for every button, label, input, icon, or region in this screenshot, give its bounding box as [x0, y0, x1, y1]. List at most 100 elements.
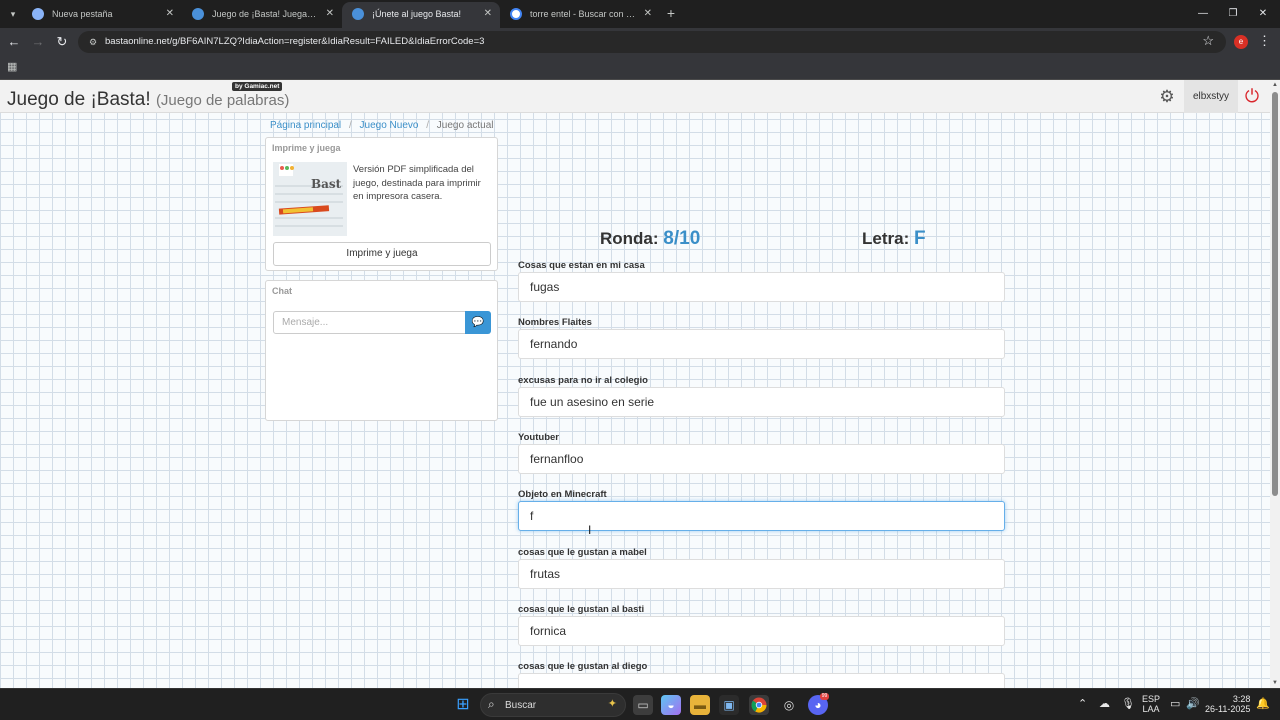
bookmarks-bar: ▦: [0, 56, 1280, 80]
network-icon[interactable]: ▭: [1170, 697, 1180, 720]
new-tab-button[interactable]: +: [662, 4, 680, 22]
breadcrumb-current: Juego actual: [436, 120, 494, 131]
url-text[interactable]: bastaonline.net/g/BF6AIN7LZQ?IdiaAction=…: [105, 31, 484, 53]
site-favicon-icon: [192, 8, 204, 20]
reload-button[interactable]: ↻: [53, 33, 71, 51]
windows-start-icon[interactable]: ⊞: [453, 695, 473, 715]
svg-text:Bast: Bast: [311, 177, 342, 191]
field-label: Nombres Flaites: [518, 317, 592, 328]
browser-tab-strip: ▾ Nueva pestaña ✕ Juego de ¡Basta! Juega…: [0, 0, 1280, 28]
breadcrumb-home-link[interactable]: Página principal: [270, 120, 341, 131]
site-title[interactable]: Juego de ¡Basta! (Juego de palabras): [7, 89, 289, 111]
field-label: Cosas que estan en mi casa: [518, 260, 645, 271]
close-icon[interactable]: ✕: [644, 2, 652, 26]
bookmark-star-icon[interactable]: ☆: [1202, 33, 1214, 49]
round-value: 8/10: [663, 228, 701, 249]
field-label: cosas que le gustan a mabel: [518, 547, 647, 558]
field-label: Objeto en Minecraft: [518, 489, 607, 500]
answer-input[interactable]: [518, 673, 1005, 688]
field-label: Youtuber: [518, 432, 559, 443]
restore-button[interactable]: ❐: [1218, 4, 1248, 24]
task-view-icon[interactable]: ▭: [633, 695, 653, 715]
chat-heading: Chat: [272, 286, 292, 296]
site-favicon-icon: [352, 8, 364, 20]
site-info-icon[interactable]: ⚙: [86, 35, 100, 49]
chat-message-input[interactable]: [273, 311, 466, 334]
scroll-up-icon[interactable]: ▲: [1272, 82, 1278, 88]
chat-send-button[interactable]: 💬: [465, 311, 491, 334]
answer-field: Youtuber: [518, 432, 1005, 489]
answer-input[interactable]: [518, 559, 1005, 589]
browser-tab[interactable]: Nueva pestaña ✕: [22, 2, 182, 28]
browser-menu-icon[interactable]: ⋮: [1258, 33, 1271, 49]
tab-title: ¡Únete al juego Basta!: [372, 9, 462, 19]
print-and-play-button[interactable]: Imprime y juega: [273, 242, 491, 266]
answer-input[interactable]: [518, 616, 1005, 646]
answer-input[interactable]: [518, 444, 1005, 474]
browser-tab[interactable]: torre entel - Buscar con Google ✕: [500, 2, 660, 28]
letter-indicator: Letra: F: [862, 228, 926, 250]
file-explorer-icon[interactable]: ▬: [690, 695, 710, 715]
back-button[interactable]: ←: [5, 33, 23, 51]
answer-input[interactable]: [518, 387, 1005, 417]
system-clock[interactable]: 3:28 26-11-2025: [1205, 694, 1250, 720]
minimize-button[interactable]: —: [1188, 4, 1218, 24]
address-bar[interactable]: ⚙ bastaonline.net/g/BF6AIN7LZQ?IdiaActio…: [78, 31, 1226, 53]
input-language-indicator[interactable]: ESP LAA: [1142, 694, 1160, 720]
power-logout-icon[interactable]: ⏻: [1242, 86, 1262, 106]
breadcrumb: Página principal / Juego Nuevo / Juego a…: [270, 120, 494, 131]
scrollbar-thumb[interactable]: [1272, 92, 1278, 496]
print-thumbnail-image[interactable]: Bast: [273, 162, 347, 236]
close-window-button[interactable]: ✕: [1248, 4, 1278, 24]
forward-button[interactable]: →: [29, 33, 47, 51]
lang-line-2: LAA: [1142, 704, 1160, 714]
letter-label: Letra:: [862, 229, 910, 248]
round-label: Ronda:: [600, 229, 659, 248]
tab-search-icon[interactable]: ▾: [5, 6, 21, 22]
taskbar-search-label: Buscar: [505, 700, 537, 711]
profile-avatar[interactable]: e: [1234, 35, 1248, 49]
volume-icon[interactable]: 🔊: [1186, 697, 1200, 720]
round-indicator: Ronda: 8/10: [600, 228, 700, 250]
copilot-icon[interactable]: ◒: [661, 695, 681, 715]
site-header: Juego de ¡Basta! (Juego de palabras) by …: [0, 80, 1270, 113]
close-icon[interactable]: ✕: [166, 2, 174, 26]
page-scrollbar[interactable]: ▲ ▼: [1270, 80, 1280, 688]
scroll-down-icon[interactable]: ▼: [1272, 680, 1278, 686]
letter-value: F: [913, 228, 926, 249]
field-label: excusas para no ir al colegio: [518, 375, 648, 386]
web-page: Juego de ¡Basta! (Juego de palabras) by …: [0, 80, 1270, 688]
show-hidden-icons-icon[interactable]: ⌃: [1078, 697, 1087, 720]
notification-bell-icon[interactable]: 🔔: [1256, 697, 1270, 720]
apps-grid-icon[interactable]: ▦: [7, 61, 19, 73]
close-icon[interactable]: ✕: [484, 2, 492, 26]
microphone-icon[interactable]: 🎙: [1121, 697, 1135, 720]
answer-input[interactable]: [518, 329, 1005, 359]
taskbar-search-box[interactable]: ⌕ Buscar ✦: [480, 693, 626, 717]
chrome-icon: [32, 8, 44, 20]
close-icon[interactable]: ✕: [326, 2, 334, 26]
microsoft-store-icon[interactable]: ▣: [719, 695, 739, 715]
brand-badge: by Gamiac.net: [232, 82, 283, 91]
username-button[interactable]: elbxstyy: [1184, 80, 1238, 113]
chrome-taskbar-icon[interactable]: [749, 695, 769, 715]
browser-tab[interactable]: Juego de ¡Basta! Juega Stop, Tu ✕: [182, 2, 342, 28]
answer-input[interactable]: [518, 272, 1005, 302]
answer-field: excusas para no ir al colegio: [518, 375, 1005, 432]
site-title-subtitle: (Juego de palabras): [155, 92, 290, 109]
answer-field: Cosas que estan en mi casa: [518, 260, 1005, 317]
answer-field: cosas que le gustan al diego: [518, 661, 1005, 688]
answer-field: Nombres Flaites: [518, 317, 1005, 374]
breadcrumb-separator: /: [426, 120, 430, 131]
print-panel-heading: Imprime y juega: [272, 143, 341, 153]
tab-title: Nueva pestaña: [52, 9, 113, 19]
windows-taskbar: ⊞ ⌕ Buscar ✦ ▭ ◒ ▬ ▣ ◎ ◕ 99 ⌃ ☁ 🎙 ESP LA…: [0, 688, 1280, 720]
lang-line-1: ESP: [1142, 694, 1161, 704]
answer-field: cosas que le gustan a mabel: [518, 547, 1005, 604]
search-icon: ⌕: [488, 697, 495, 711]
settings-gear-icon[interactable]: ⚙: [1158, 88, 1176, 106]
breadcrumb-new-game-link[interactable]: Juego Nuevo: [360, 120, 419, 131]
browser-tab-active[interactable]: ¡Únete al juego Basta! ✕: [342, 2, 500, 28]
onedrive-cloud-icon[interactable]: ☁: [1099, 697, 1110, 720]
steam-icon[interactable]: ◎: [779, 695, 799, 715]
